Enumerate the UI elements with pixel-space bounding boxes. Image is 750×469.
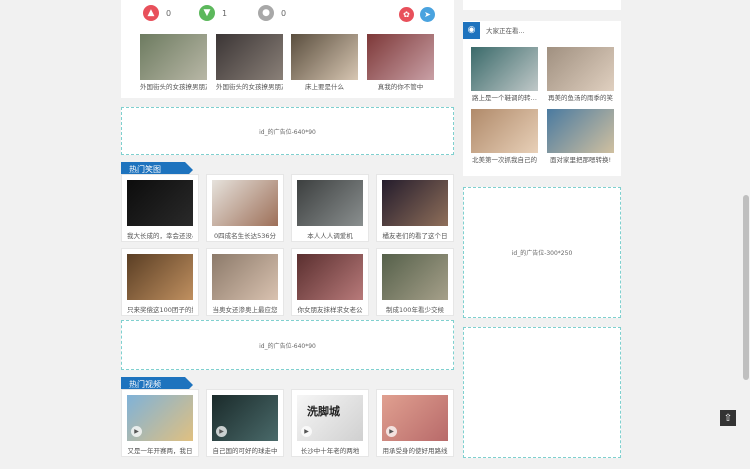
joke-caption[interactable]: 橘友老们的看了这个日 bbox=[382, 232, 448, 241]
sidebar-caption[interactable]: 北美第一次抓我自己的 bbox=[471, 156, 538, 165]
joke-image[interactable] bbox=[127, 254, 193, 300]
thumbs-down-icon[interactable]: ▼ bbox=[199, 5, 215, 21]
joke-image[interactable] bbox=[127, 180, 193, 226]
thumb-caption[interactable]: 外国街头的女孩撩男朋友 bbox=[216, 83, 283, 92]
meh-reaction[interactable]: ● 0 bbox=[258, 5, 286, 21]
back-to-top-button[interactable]: ⇧ bbox=[720, 410, 736, 426]
joke-image[interactable] bbox=[297, 180, 363, 226]
thumb-image[interactable] bbox=[216, 34, 283, 80]
play-icon[interactable]: ▶ bbox=[301, 426, 312, 437]
sidebar-item[interactable]: 面对家里把那嗯转换! bbox=[547, 109, 614, 165]
joke-image[interactable] bbox=[212, 254, 278, 300]
video-image[interactable]: 洗脚城 ▶ bbox=[297, 395, 363, 441]
meh-icon[interactable]: ● bbox=[258, 5, 274, 21]
sidebar-image[interactable] bbox=[547, 47, 614, 91]
ad-banner-middle[interactable]: id_的广告位-640*90 bbox=[121, 320, 454, 370]
share-icon[interactable]: ➤ bbox=[420, 7, 435, 22]
play-icon[interactable]: ▶ bbox=[386, 426, 397, 437]
sidebar-item[interactable]: 再美的鱼汤的雨季的笑 bbox=[547, 47, 614, 103]
joke-caption[interactable]: 只来奖偿这100团子的妙 bbox=[127, 306, 193, 315]
video-caption[interactable]: 自己国的可好的球走中 bbox=[212, 447, 278, 456]
video-caption[interactable]: 长沙中十年老的两地 bbox=[297, 447, 363, 456]
ad-label: id_的广告位-640*90 bbox=[259, 128, 316, 136]
thumbs-up-icon[interactable]: ▲ bbox=[143, 5, 159, 21]
related-thumb[interactable]: 外国街头的女孩撩男朋友 bbox=[140, 34, 207, 92]
ad-side[interactable]: id_的广告位-300*250 bbox=[463, 187, 621, 318]
video-overlay-text: 洗脚城 bbox=[307, 405, 340, 418]
play-icon[interactable]: ▶ bbox=[131, 426, 142, 437]
like-reaction[interactable]: ▲ 0 bbox=[143, 5, 171, 21]
dislike-count: 1 bbox=[222, 8, 228, 18]
play-icon[interactable]: ▶ bbox=[216, 426, 227, 437]
joke-card[interactable]: 我大长成的，幸会还没小 bbox=[121, 174, 199, 242]
hot-jokes-title-text: 热门笑图 bbox=[129, 165, 161, 174]
joke-card[interactable]: 橘友老们的看了这个日 bbox=[376, 174, 454, 242]
sidebar-caption[interactable]: 再美的鱼汤的雨季的笑 bbox=[547, 94, 614, 103]
eye-icon: ◉ bbox=[463, 21, 480, 39]
dislike-reaction[interactable]: ▼ 1 bbox=[199, 5, 227, 21]
ad-label: id_的广告位-640*90 bbox=[259, 342, 316, 350]
video-image[interactable]: ▶ bbox=[382, 395, 448, 441]
like-count: 0 bbox=[166, 8, 172, 18]
sidebar-image[interactable] bbox=[471, 47, 538, 91]
joke-card[interactable]: 当奥女还渗奥上最应您 bbox=[206, 248, 284, 316]
joke-caption[interactable]: 你女朋友抹样求女老公 bbox=[297, 306, 363, 315]
thumb-image[interactable] bbox=[140, 34, 207, 80]
thumb-caption[interactable]: 床上要是什么 bbox=[291, 83, 358, 92]
sidebar-top-panel bbox=[463, 0, 621, 10]
related-thumb[interactable]: 床上要是什么 bbox=[291, 34, 358, 92]
joke-card[interactable]: 0四成名生长达536分 bbox=[206, 174, 284, 242]
joke-caption[interactable]: 我大长成的，幸会还没小 bbox=[127, 232, 193, 241]
ad-banner-top[interactable]: id_的广告位-640*90 bbox=[121, 107, 454, 155]
joke-image[interactable] bbox=[382, 254, 448, 300]
weibo-icon[interactable]: ✿ bbox=[399, 7, 414, 22]
sidebar-image[interactable] bbox=[547, 109, 614, 153]
video-caption[interactable]: 又是一年开赛两，我日 bbox=[127, 447, 193, 456]
sidebar-caption[interactable]: 面对家里把那嗯转换! bbox=[547, 156, 614, 165]
joke-caption[interactable]: 制成100年看少交候 bbox=[382, 306, 448, 315]
sidebar-image[interactable] bbox=[471, 109, 538, 153]
joke-image[interactable] bbox=[297, 254, 363, 300]
thumb-image[interactable] bbox=[291, 34, 358, 80]
meh-count: 0 bbox=[281, 8, 287, 18]
video-caption[interactable]: 用承受身的使好用路线 bbox=[382, 447, 448, 456]
scrollbar-thumb[interactable] bbox=[743, 195, 749, 380]
sidebar-header-text: 大家正在看... bbox=[486, 27, 525, 35]
video-card[interactable]: ▶ 用承受身的使好用路线 bbox=[376, 389, 454, 457]
video-card[interactable]: ▶ 又是一年开赛两，我日 bbox=[121, 389, 199, 457]
joke-caption[interactable]: 当奥女还渗奥上最应您 bbox=[212, 306, 278, 315]
sidebar-item[interactable]: 路上是一个鞋调的转… bbox=[471, 47, 538, 103]
joke-image[interactable] bbox=[212, 180, 278, 226]
sidebar-caption[interactable]: 路上是一个鞋调的转… bbox=[471, 94, 538, 103]
hot-videos-title-text: 热门视频 bbox=[129, 380, 161, 389]
joke-caption[interactable]: 0四成名生长达536分 bbox=[212, 232, 278, 241]
joke-card[interactable]: 制成100年看少交候 bbox=[376, 248, 454, 316]
ad-label: id_的广告位-300*250 bbox=[511, 250, 573, 257]
sidebar-header: ◉ 大家正在看... bbox=[463, 21, 621, 39]
video-card[interactable]: 洗脚城 ▶ 长沙中十年老的两地 bbox=[291, 389, 369, 457]
video-image[interactable]: ▶ bbox=[127, 395, 193, 441]
joke-image[interactable] bbox=[382, 180, 448, 226]
ad-side-empty[interactable] bbox=[463, 327, 621, 458]
joke-card[interactable]: 只来奖偿这100团子的妙 bbox=[121, 248, 199, 316]
video-image[interactable]: ▶ bbox=[212, 395, 278, 441]
sidebar-item[interactable]: 北美第一次抓我自己的 bbox=[471, 109, 538, 165]
joke-card[interactable]: 你女朋友抹样求女老公 bbox=[291, 248, 369, 316]
arrow-up-icon: ⇧ bbox=[723, 412, 733, 424]
joke-caption[interactable]: 本人人人调爱机 bbox=[297, 232, 363, 241]
thumb-caption[interactable]: 真我的你不管中 bbox=[367, 83, 434, 92]
thumb-image[interactable] bbox=[367, 34, 434, 80]
related-thumb[interactable]: 真我的你不管中 bbox=[367, 34, 434, 92]
thumb-caption[interactable]: 外国街头的女孩撩男朋友 bbox=[140, 83, 207, 92]
joke-card[interactable]: 本人人人调爱机 bbox=[291, 174, 369, 242]
related-thumb[interactable]: 外国街头的女孩撩男朋友 bbox=[216, 34, 283, 92]
scrollbar[interactable] bbox=[742, 0, 750, 469]
video-card[interactable]: ▶ 自己国的可好的球走中 bbox=[206, 389, 284, 457]
